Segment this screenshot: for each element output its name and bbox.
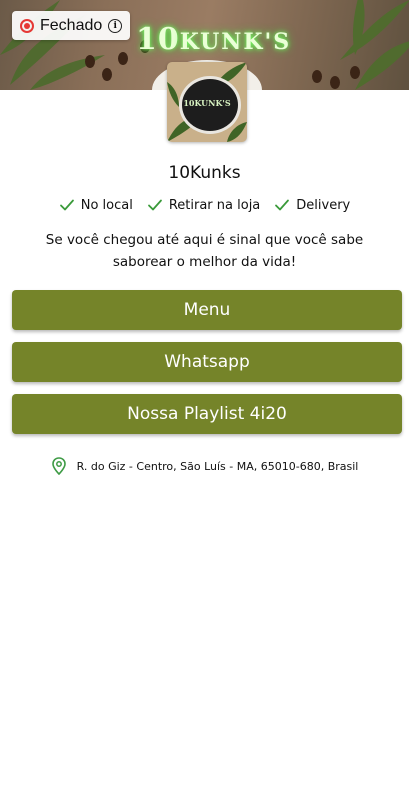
feature-delivery: Delivery bbox=[274, 197, 350, 213]
banner-logo-text: 10KUNK'S bbox=[136, 22, 292, 57]
coffee-bean-decoration bbox=[118, 52, 128, 65]
check-icon bbox=[275, 199, 290, 211]
check-icon bbox=[59, 199, 74, 211]
coffee-bean-decoration bbox=[330, 76, 340, 89]
store-name: 10Kunks bbox=[168, 163, 241, 183]
feature-retirar-na-loja: Retirar na loja bbox=[147, 197, 260, 213]
feature-no-local: No local bbox=[59, 197, 133, 213]
playlist-button[interactable]: Nossa Playlist 4i20 bbox=[12, 394, 402, 434]
closed-status-icon bbox=[20, 18, 34, 33]
menu-button[interactable]: Menu bbox=[12, 290, 402, 330]
check-icon bbox=[147, 199, 162, 211]
address-text: R. do Giz - Centro, São Luís - MA, 65010… bbox=[76, 459, 359, 473]
store-address[interactable]: R. do Giz - Centro, São Luís - MA, 65010… bbox=[0, 457, 409, 475]
coffee-bean-decoration bbox=[102, 68, 112, 81]
feature-label: Retirar na loja bbox=[168, 197, 261, 213]
service-options: No local Retirar na loja Delivery bbox=[0, 197, 409, 213]
store-logo: 10KUNK'S bbox=[167, 62, 247, 142]
map-pin-icon bbox=[51, 457, 66, 475]
store-status-badge[interactable]: Fechado i bbox=[12, 11, 131, 40]
info-icon[interactable]: i bbox=[108, 18, 123, 33]
whatsapp-button[interactable]: Whatsapp bbox=[12, 342, 402, 382]
feature-label: No local bbox=[80, 197, 133, 213]
coffee-bean-decoration bbox=[350, 66, 360, 79]
coffee-bean-decoration bbox=[85, 55, 95, 68]
coffee-bean-decoration bbox=[312, 70, 322, 83]
status-label: Fechado bbox=[40, 16, 103, 34]
logo-text: 10KUNK'S bbox=[183, 98, 231, 108]
store-description: Se você chegou até aqui é sinal que você… bbox=[45, 232, 364, 270]
feature-label: Delivery bbox=[296, 197, 351, 213]
